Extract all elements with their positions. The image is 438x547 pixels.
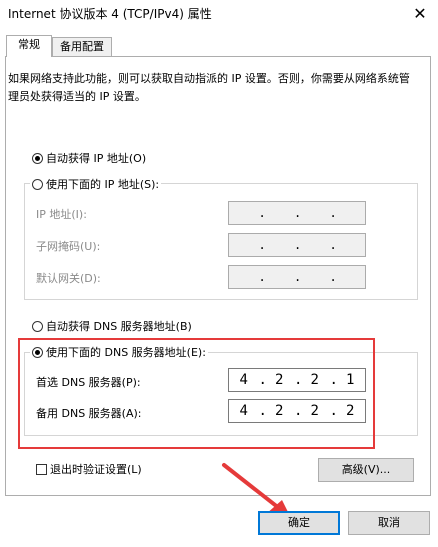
tab-general-label: 常规 xyxy=(18,38,40,51)
tab-general[interactable]: 常规 xyxy=(6,35,52,57)
ok-button[interactable]: 确定 xyxy=(258,511,340,535)
annotation-arrow-icon xyxy=(222,463,292,520)
cancel-button[interactable]: 取消 xyxy=(348,511,430,535)
